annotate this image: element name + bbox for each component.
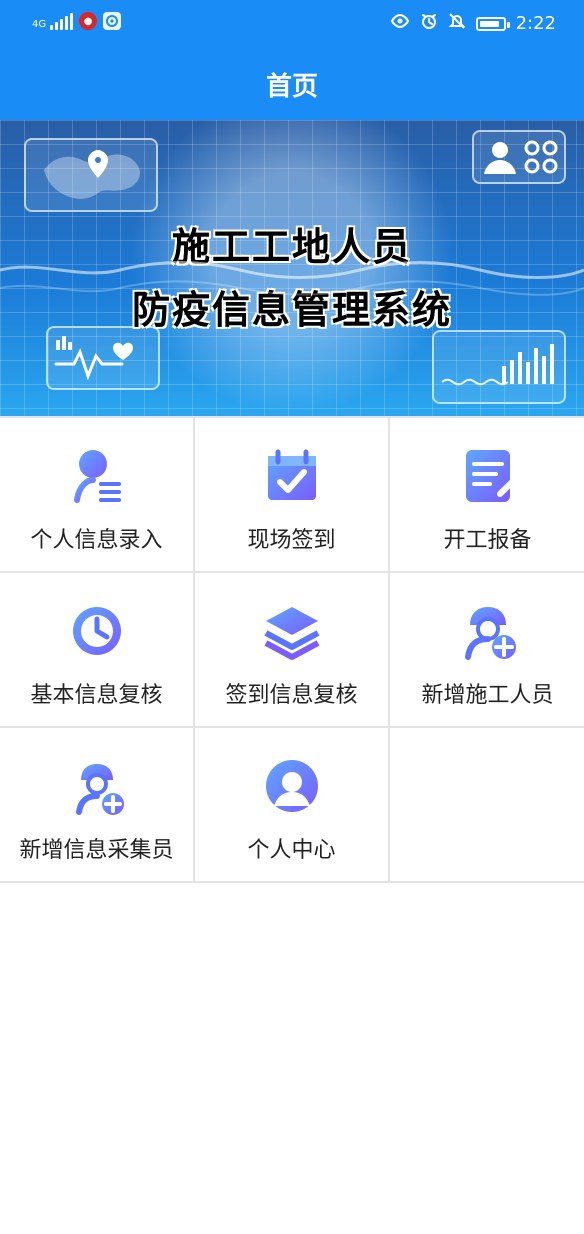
menu-label: 新增施工人员: [421, 683, 554, 708]
edit-document-icon: [456, 444, 520, 508]
menu-item-add-worker[interactable]: 新增施工人员: [390, 573, 584, 728]
calendar-check-icon: [260, 444, 324, 508]
app-header: 4G ● 2:22 首页: [0, 0, 584, 120]
menu-grid: 个人信息录入 现场签到 开工报备 基本信息复核 签到信息复核 新增施工人员 新增…: [0, 416, 584, 886]
page-title: 首页: [265, 71, 318, 102]
menu-label: 基本信息复核: [30, 683, 163, 708]
menu-item-add-collector[interactable]: 新增信息采集员: [0, 728, 195, 883]
menu-empty-cell: [390, 728, 584, 883]
banner: 施工工地人员 防疫信息管理系统: [0, 120, 584, 416]
profile-circle-icon: [260, 754, 324, 818]
clock-text: 2:22: [515, 13, 556, 34]
menu-item-personal-center[interactable]: 个人中心: [195, 728, 390, 883]
user-list-icon: [65, 444, 129, 508]
network-indicator: 4G: [32, 12, 74, 30]
menu-item-onsite-checkin[interactable]: 现场签到: [195, 418, 390, 573]
eye-icon: [390, 13, 410, 34]
browser-app-icon: [103, 12, 122, 30]
menu-label: 个人信息录入: [30, 528, 163, 553]
status-right-icons: 2:22: [390, 12, 556, 35]
clock-icon: [65, 599, 129, 663]
alarm-icon: [420, 12, 438, 35]
status-left-icons: 4G ●: [32, 12, 122, 30]
status-bar: 4G ● 2:22: [0, 0, 584, 48]
menu-label: 签到信息复核: [225, 683, 358, 708]
menu-label: 开工报备: [443, 528, 532, 553]
banner-wave: [0, 261, 584, 296]
layers-icon: [260, 599, 324, 663]
menu-item-personal-info-entry[interactable]: 个人信息录入: [0, 418, 195, 573]
menu-item-start-report[interactable]: 开工报备: [390, 418, 584, 573]
menu-label: 现场签到: [247, 528, 336, 553]
menu-item-basic-info-review[interactable]: 基本信息复核: [0, 573, 195, 728]
worker-add-icon: [456, 599, 520, 663]
menu-label: 个人中心: [247, 838, 336, 863]
news-app-icon: ●: [79, 12, 98, 30]
menu-item-checkin-review[interactable]: 签到信息复核: [195, 573, 390, 728]
mute-icon: [448, 12, 466, 35]
collector-add-icon: [65, 754, 129, 818]
signal-icon: [50, 12, 74, 30]
battery-icon: [475, 16, 510, 31]
network-type: 4G: [32, 19, 47, 30]
menu-label: 新增信息采集员: [19, 838, 174, 863]
